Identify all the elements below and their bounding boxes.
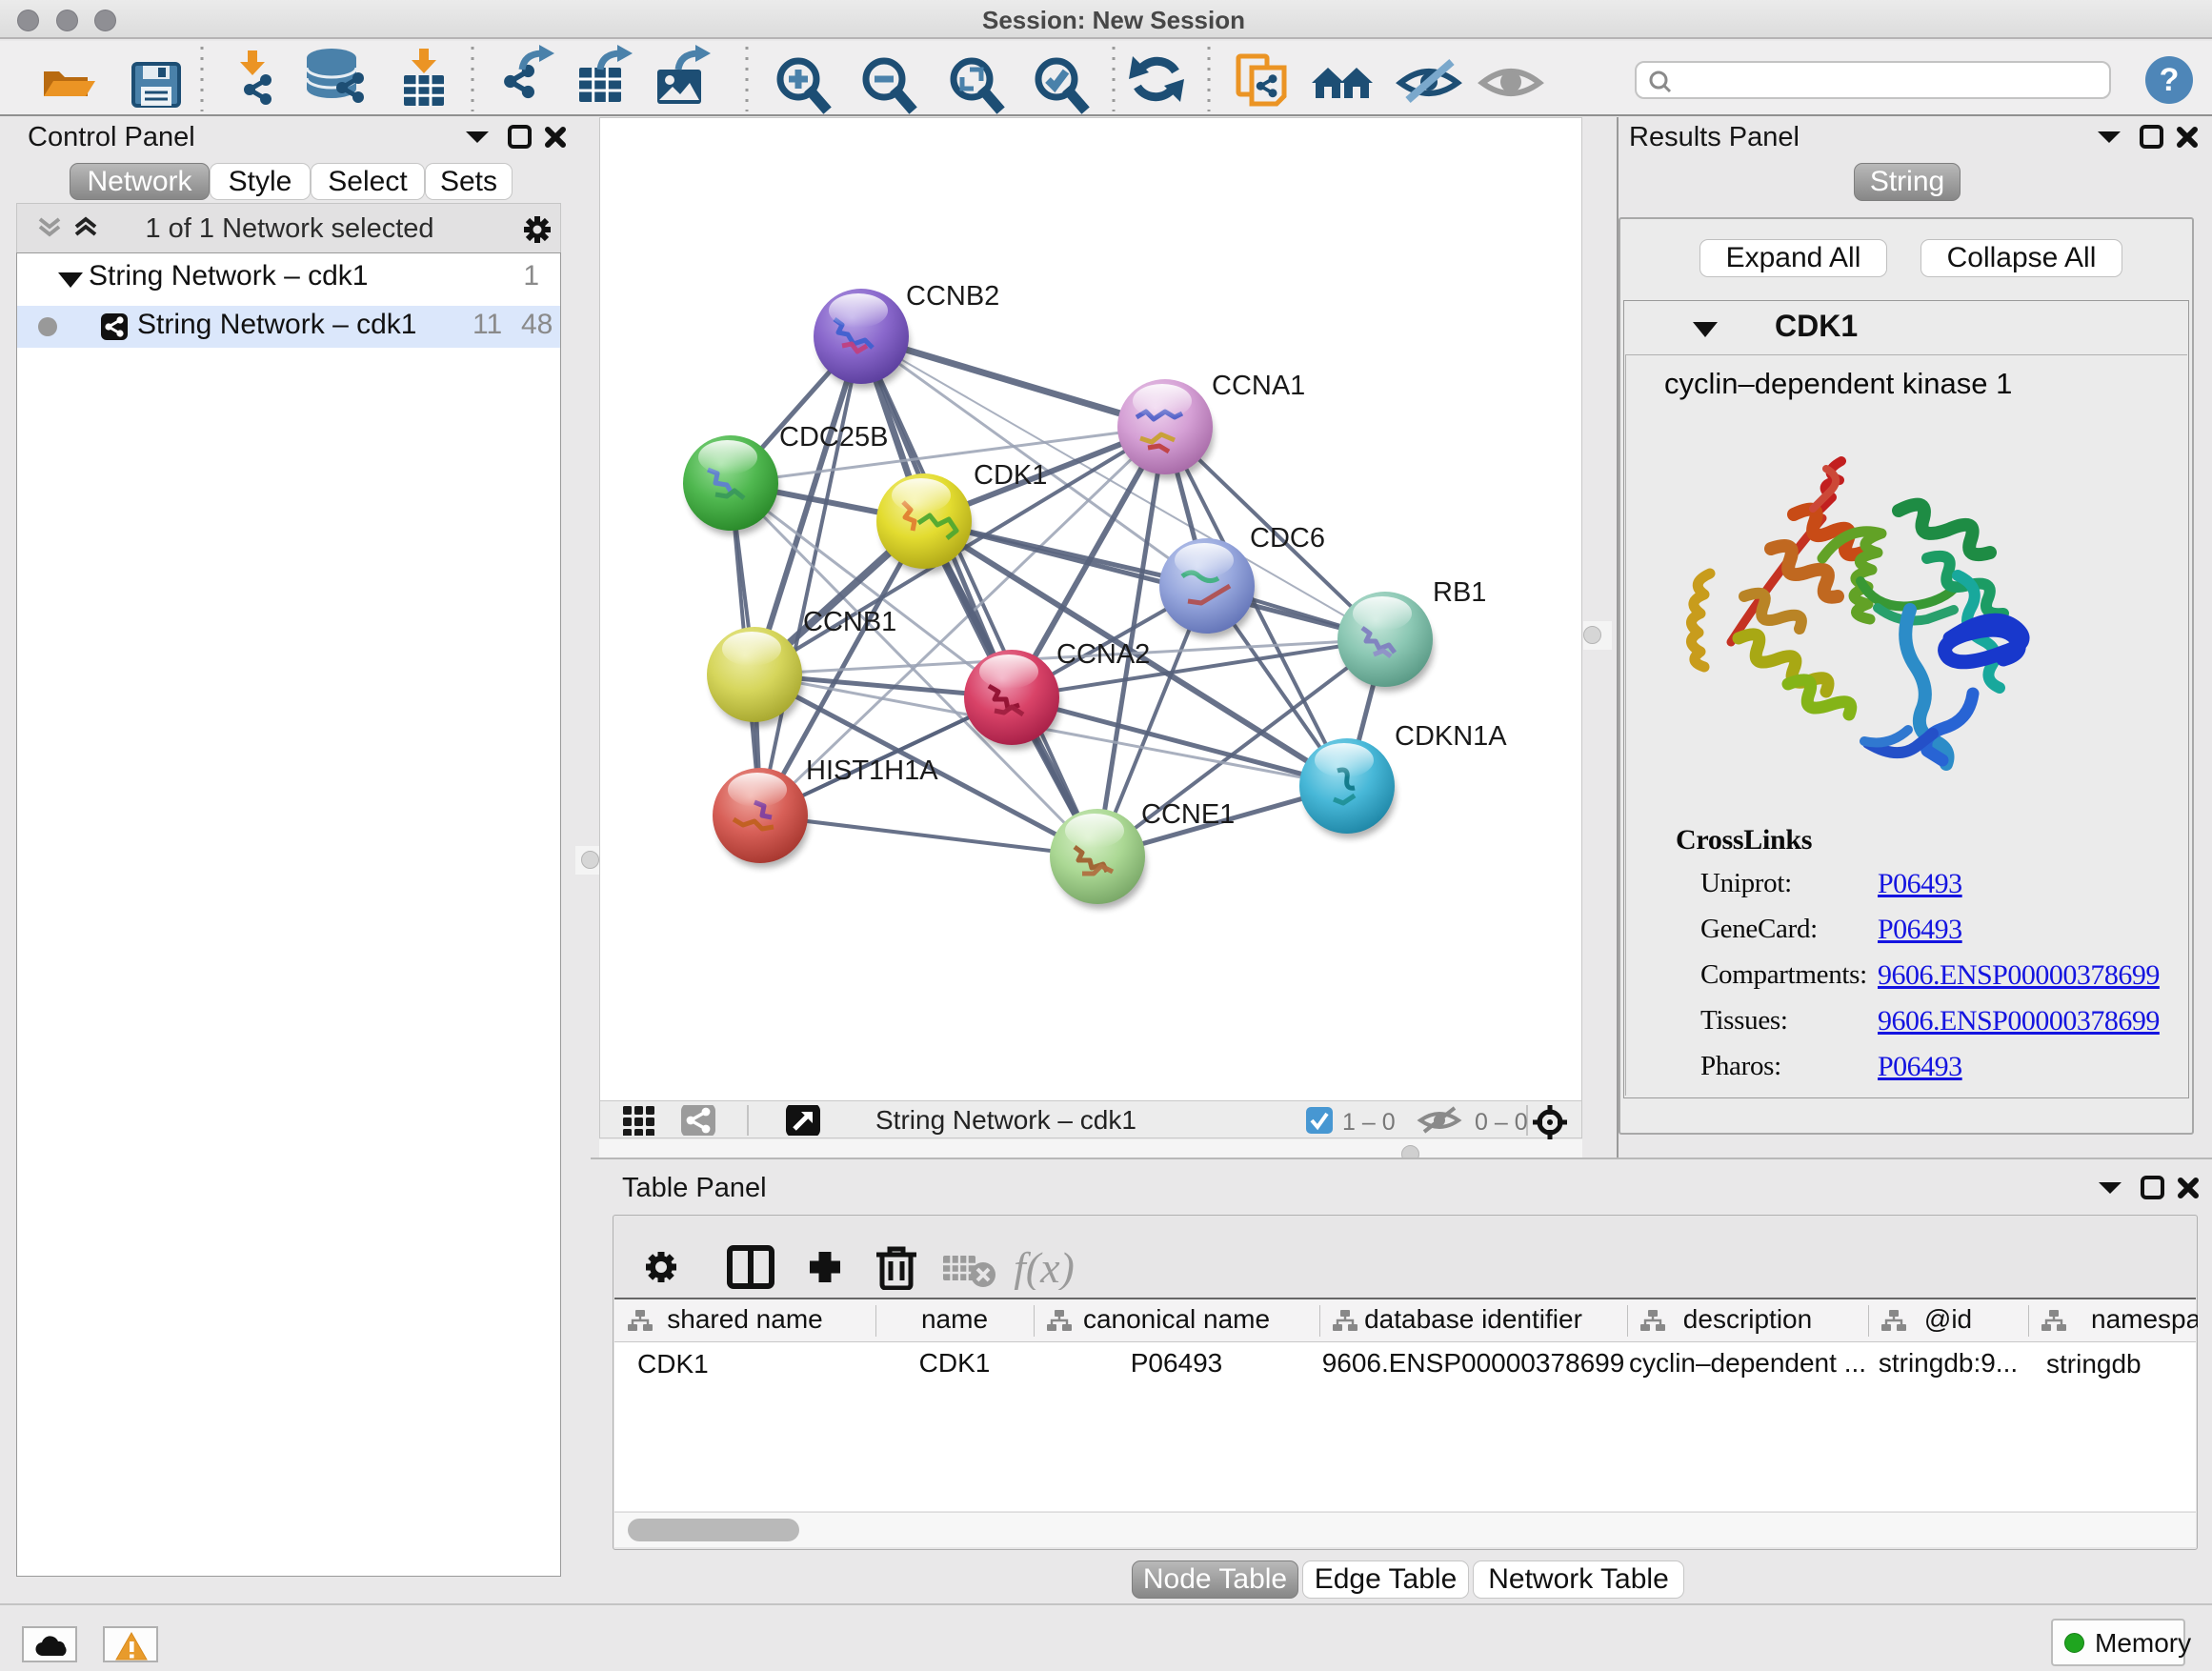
svg-text:CDC25B: CDC25B: [779, 422, 888, 453]
svg-text:CCNA1: CCNA1: [1212, 371, 1305, 401]
svg-text:RB1: RB1: [1433, 577, 1486, 608]
svg-text:CDKN1A: CDKN1A: [1395, 721, 1507, 752]
svg-text:CCNA2: CCNA2: [1056, 639, 1150, 670]
svg-text:CDK1: CDK1: [974, 460, 1047, 491]
svg-text:CDC6: CDC6: [1250, 523, 1325, 554]
svg-text:f(x): f(x): [1014, 1243, 1075, 1290]
svg-text:CCNB1: CCNB1: [803, 607, 896, 637]
svg-text:CCNE1: CCNE1: [1141, 799, 1235, 830]
svg-text:HIST1H1A: HIST1H1A: [806, 755, 938, 786]
svg-text:CCNB2: CCNB2: [906, 281, 999, 312]
